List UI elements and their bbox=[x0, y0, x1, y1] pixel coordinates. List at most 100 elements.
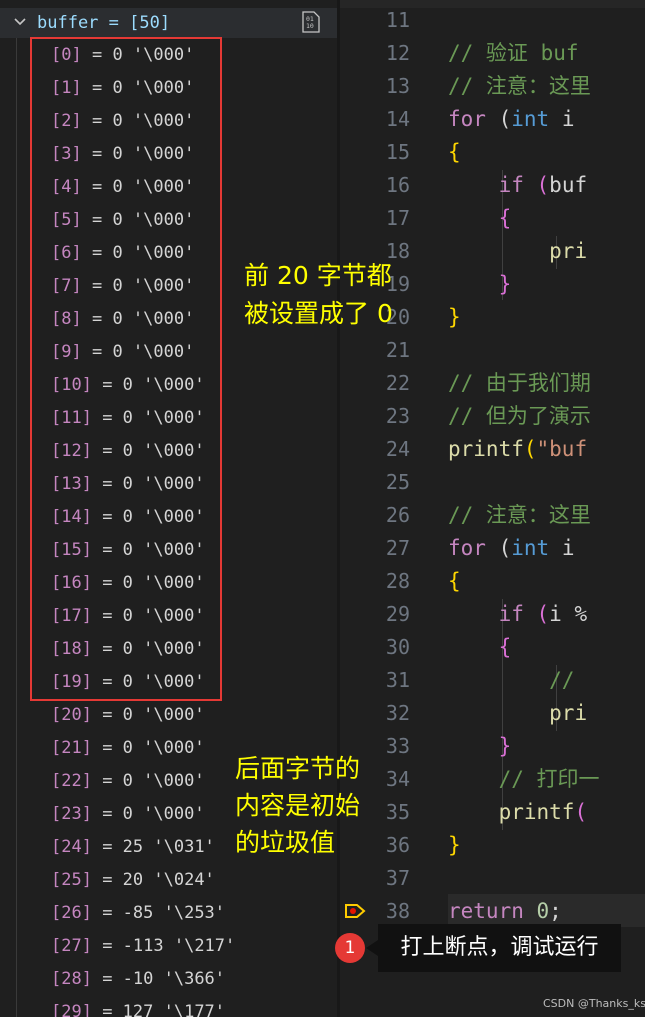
equals-sign: = bbox=[91, 936, 123, 956]
debug-screenshot: buffer = [50] 01 10 [0] = 0 '\000' [1] = … bbox=[0, 0, 645, 1017]
code-editor[interactable]: 11 12 13 14 15 16 17 18 19 20 21 22 23 24 25 26 27 28 29 30… bbox=[340, 0, 645, 1017]
line-number: 13 bbox=[385, 74, 410, 98]
element-value: -113 '\217' bbox=[122, 936, 236, 956]
line-number: 23 bbox=[385, 404, 410, 428]
code-token: 0 bbox=[536, 899, 550, 923]
binary-view-icon[interactable]: 01 10 bbox=[301, 11, 321, 33]
equals-sign: = bbox=[91, 804, 123, 824]
code-line[interactable]: { bbox=[448, 631, 512, 664]
code-line[interactable]: printf("buf bbox=[448, 433, 587, 466]
callout-pointer bbox=[366, 940, 378, 956]
code-line[interactable]: // bbox=[448, 664, 574, 697]
annotation-rest-bytes-2: 内容是初始 bbox=[235, 791, 361, 820]
code-line[interactable]: // 打印一 bbox=[448, 763, 600, 796]
variable-row[interactable]: [21] = 0 '\000' bbox=[51, 732, 205, 765]
line-number: 28 bbox=[385, 569, 410, 593]
code-token: % bbox=[574, 602, 588, 626]
variable-row[interactable]: [29] = 127 '\177' bbox=[51, 996, 225, 1017]
element-value: 20 '\024' bbox=[122, 870, 215, 890]
equals-sign: = bbox=[91, 837, 123, 857]
variable-row[interactable]: [24] = 25 '\031' bbox=[51, 831, 215, 864]
equals-sign: = bbox=[91, 738, 123, 758]
code-line[interactable]: { bbox=[448, 202, 512, 235]
element-value: -85 '\253' bbox=[122, 903, 226, 923]
variable-name: buffer = [50] bbox=[37, 13, 171, 33]
line-number: 37 bbox=[385, 866, 410, 890]
variable-row[interactable]: [25] = 20 '\024' bbox=[51, 864, 215, 897]
code-token: // bbox=[549, 668, 575, 692]
code-token: if bbox=[498, 173, 524, 197]
variable-row[interactable]: [27] = -113 '\217' bbox=[51, 930, 235, 963]
code-line[interactable]: // 由于我们期 bbox=[448, 367, 591, 400]
code-line[interactable]: } bbox=[448, 730, 512, 763]
code-line[interactable]: if (i % bbox=[448, 598, 588, 631]
watermark: CSDN @Thanks_ks bbox=[543, 997, 645, 1010]
element-value: 0 '\000' bbox=[122, 705, 205, 725]
code-line[interactable]: // 但为了演示 bbox=[448, 400, 591, 433]
line-number: 32 bbox=[385, 701, 410, 725]
equals-sign: = bbox=[91, 771, 123, 791]
element-value: 0 '\000' bbox=[122, 771, 205, 791]
element-value: 0 '\000' bbox=[122, 804, 205, 824]
code-token: pri bbox=[549, 701, 588, 725]
code-token: ( bbox=[574, 800, 588, 824]
code-token: ( bbox=[485, 536, 512, 560]
svg-text:10: 10 bbox=[306, 22, 314, 30]
code-line[interactable]: for (int i bbox=[448, 532, 574, 565]
code-line[interactable]: // 验证 buf bbox=[448, 37, 579, 70]
equals-sign: = bbox=[91, 969, 123, 989]
variable-row[interactable]: [20] = 0 '\000' bbox=[51, 699, 205, 732]
variable-row[interactable]: [26] = -85 '\253' bbox=[51, 897, 225, 930]
code-line[interactable]: for (int i bbox=[448, 103, 574, 136]
code-line[interactable]: printf( bbox=[448, 796, 588, 829]
element-index: [20] bbox=[51, 705, 92, 725]
code-line[interactable]: // 注意：这里 bbox=[448, 499, 591, 532]
code-line[interactable]: } bbox=[448, 268, 512, 301]
breakpoint-stopped-icon[interactable] bbox=[344, 903, 366, 919]
code-line[interactable]: { bbox=[448, 136, 461, 169]
code-token: ( bbox=[523, 437, 537, 461]
code-line[interactable]: } bbox=[448, 829, 461, 862]
code-line[interactable]: } bbox=[448, 301, 461, 334]
element-index: [26] bbox=[51, 903, 92, 923]
annotation-rest-bytes-1: 后面字节的 bbox=[235, 754, 361, 783]
code-line[interactable]: pri bbox=[448, 697, 587, 730]
variable-node-buffer[interactable]: buffer = [50] 01 10 bbox=[0, 8, 337, 38]
code-token: ( bbox=[485, 107, 512, 131]
element-index: [27] bbox=[51, 936, 92, 956]
element-value: -10 '\366' bbox=[122, 969, 226, 989]
annotation-first-bytes-1: 前 20 字节都 bbox=[244, 261, 392, 290]
chevron-down-icon[interactable] bbox=[12, 14, 28, 30]
variable-row[interactable]: [28] = -10 '\366' bbox=[51, 963, 225, 996]
code-line[interactable]: { bbox=[448, 565, 461, 598]
code-token: i bbox=[549, 602, 575, 626]
code-token: { bbox=[498, 635, 512, 659]
element-index: [22] bbox=[51, 771, 92, 791]
line-number: 27 bbox=[385, 536, 410, 560]
line-number: 11 bbox=[385, 8, 410, 32]
highlight-box bbox=[30, 37, 222, 701]
line-number: 22 bbox=[385, 371, 410, 395]
element-index: [25] bbox=[51, 870, 92, 890]
variable-row[interactable]: [22] = 0 '\000' bbox=[51, 765, 205, 798]
code-token: pri bbox=[549, 239, 588, 263]
code-token: i bbox=[549, 536, 575, 560]
code-token: ; bbox=[549, 899, 562, 923]
line-number: 21 bbox=[385, 338, 410, 362]
element-value: 127 '\177' bbox=[122, 1002, 226, 1017]
code-line[interactable]: if (buf bbox=[448, 169, 588, 202]
line-number: 24 bbox=[385, 437, 410, 461]
line-number: 30 bbox=[385, 635, 410, 659]
line-number: 31 bbox=[385, 668, 410, 692]
code-line[interactable]: pri bbox=[448, 235, 587, 268]
variable-row[interactable]: [23] = 0 '\000' bbox=[51, 798, 205, 831]
code-line[interactable]: // 注意：这里 bbox=[448, 70, 591, 103]
